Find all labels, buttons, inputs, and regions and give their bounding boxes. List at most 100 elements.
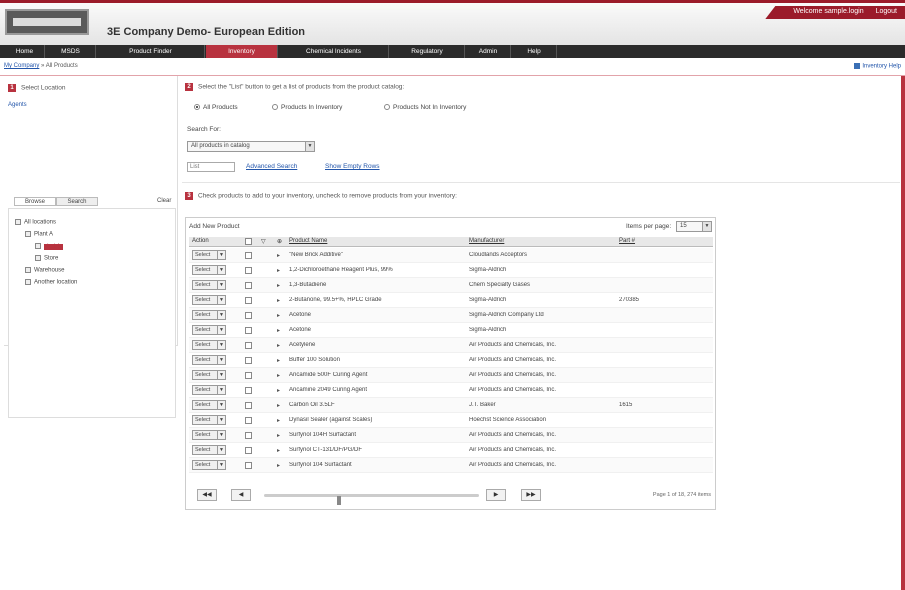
- tree-item-warehouse[interactable]: Warehouse: [25, 267, 64, 274]
- row-detail-icon[interactable]: ▸: [277, 387, 280, 394]
- row-checkbox[interactable]: [245, 312, 252, 319]
- table-row: Select ▼ ▸ Acetylene Air Products and Chemic…: [189, 338, 713, 353]
- row-detail-icon[interactable]: ▸: [277, 267, 280, 274]
- row-action-select[interactable]: Select ▼: [192, 340, 226, 350]
- col-manufacturer[interactable]: Manufacturer: [469, 238, 504, 244]
- page-frame-edge: [901, 76, 905, 590]
- row-checkbox[interactable]: [245, 342, 252, 349]
- row-detail-icon[interactable]: ▸: [277, 252, 280, 259]
- radio-dot: [384, 104, 390, 111]
- row-checkbox[interactable]: [245, 462, 252, 469]
- row-detail-icon[interactable]: ▸: [277, 342, 280, 349]
- nav-home[interactable]: Home: [5, 45, 45, 58]
- row-checkbox[interactable]: [245, 447, 252, 454]
- row-detail-icon[interactable]: ▸: [277, 432, 280, 439]
- row-action-select[interactable]: Select ▼: [192, 280, 226, 290]
- nav-regulatory[interactable]: Regulatory: [390, 45, 465, 58]
- search-for-select[interactable]: All products in catalog ▼: [187, 141, 315, 152]
- radio-in-inventory[interactable]: Products In Inventory: [272, 104, 342, 111]
- prev-page-button[interactable]: ◀: [231, 489, 251, 501]
- nav-chemical-incidents[interactable]: Chemical Incidents: [279, 45, 389, 58]
- advanced-search-link[interactable]: Advanced Search: [246, 163, 297, 170]
- row-action-select[interactable]: Select ▼: [192, 400, 226, 410]
- row-detail-icon[interactable]: ▸: [277, 357, 280, 364]
- tree-item-lab[interactable]: Lab1: [35, 243, 64, 250]
- folder-icon: [25, 231, 31, 237]
- col-part-number[interactable]: Part #: [619, 238, 635, 244]
- row-checkbox[interactable]: [245, 387, 252, 394]
- tab-browse[interactable]: Browse: [14, 197, 56, 206]
- breadcrumb-home[interactable]: My Company: [4, 63, 39, 69]
- table-row: Select ▼ ▸ Carbon Oil 3.5LF J.T. Baker 1615: [189, 398, 713, 413]
- row-detail-icon[interactable]: ▸: [277, 372, 280, 379]
- row-checkbox[interactable]: [245, 252, 252, 259]
- row-action-select[interactable]: Select ▼: [192, 430, 226, 440]
- row-action-select[interactable]: Select ▼: [192, 310, 226, 320]
- row-detail-icon[interactable]: ▸: [277, 447, 280, 454]
- clear-button[interactable]: Clear: [157, 198, 171, 204]
- table-row: Select ▼ ▸ Surfynol 104H Surfactant Air Prod…: [189, 428, 713, 443]
- nav-admin[interactable]: Admin: [466, 45, 511, 58]
- add-new-product-link[interactable]: Add New Product: [189, 223, 240, 230]
- row-checkbox[interactable]: [245, 357, 252, 364]
- table-row: Select ▼ ▸ Buffer 100 Solution Air Products …: [189, 353, 713, 368]
- row-action-select[interactable]: Select ▼: [192, 265, 226, 275]
- select-all-checkbox[interactable]: [245, 238, 252, 245]
- row-action-select[interactable]: Select ▼: [192, 385, 226, 395]
- row-detail-icon[interactable]: ▸: [277, 462, 280, 469]
- row-action-select[interactable]: Select ▼: [192, 460, 226, 470]
- radio-dot: [272, 104, 278, 111]
- row-checkbox[interactable]: [245, 327, 252, 334]
- row-detail-icon[interactable]: ▸: [277, 417, 280, 424]
- table-row: Select ▼ ▸ 1,3-Butadiene Chem Specialty Gase…: [189, 278, 713, 293]
- row-action-select[interactable]: Select ▼: [192, 415, 226, 425]
- row-detail-icon[interactable]: ▸: [277, 402, 280, 409]
- tree-item-store[interactable]: Store: [35, 255, 58, 262]
- row-action-select[interactable]: Select ▼: [192, 295, 226, 305]
- row-action-select[interactable]: Select ▼: [192, 370, 226, 380]
- row-checkbox[interactable]: [245, 432, 252, 439]
- row-action-select[interactable]: Select ▼: [192, 355, 226, 365]
- radio-not-in-inventory[interactable]: Products Not In Inventory: [384, 104, 466, 111]
- row-checkbox[interactable]: [245, 372, 252, 379]
- row-checkbox[interactable]: [245, 402, 252, 409]
- row-action-select[interactable]: Select ▼: [192, 445, 226, 455]
- show-empty-rows-link[interactable]: Show Empty Rows: [325, 163, 380, 170]
- row-checkbox[interactable]: [245, 417, 252, 424]
- nav-product-finder[interactable]: Product Finder: [97, 45, 205, 58]
- row-detail-icon[interactable]: ▸: [277, 282, 280, 289]
- next-page-button[interactable]: ▶: [486, 489, 506, 501]
- row-detail-icon[interactable]: ▸: [277, 327, 280, 334]
- tab-search[interactable]: Search: [56, 197, 98, 206]
- radio-all-products[interactable]: All Products: [194, 104, 238, 111]
- welcome-link[interactable]: Welcome sample.login: [793, 8, 863, 15]
- row-action-select[interactable]: Select ▼: [192, 325, 226, 335]
- nav-help[interactable]: Help: [512, 45, 557, 58]
- nav-msds[interactable]: MSDS: [46, 45, 96, 58]
- first-page-button[interactable]: ◀◀: [197, 489, 217, 501]
- row-checkbox[interactable]: [245, 267, 252, 274]
- items-per-page-select[interactable]: 15 ▼: [676, 221, 712, 232]
- row-detail-icon[interactable]: ▸: [277, 312, 280, 319]
- col-action[interactable]: Action: [192, 238, 209, 244]
- row-action-select[interactable]: Select ▼: [192, 250, 226, 260]
- last-page-button[interactable]: ▶▶: [521, 489, 541, 501]
- tree-item-all-locations[interactable]: All locations: [15, 219, 56, 226]
- tree-item-plant[interactable]: Plant A: [25, 231, 53, 238]
- col-product-name[interactable]: Product Name: [289, 238, 327, 244]
- chevron-down-icon: ▼: [217, 431, 225, 439]
- inventory-help-link[interactable]: Inventory Help: [854, 63, 901, 70]
- cell-part-number: 1615: [619, 402, 633, 408]
- tree-item-another-location[interactable]: Another location: [25, 279, 77, 286]
- app-title: 3E Company Demo- European Edition: [107, 26, 306, 38]
- list-button[interactable]: List: [187, 162, 235, 172]
- row-detail-icon[interactable]: ▸: [277, 297, 280, 304]
- row-checkbox[interactable]: [245, 282, 252, 289]
- agents-label: Agents: [8, 102, 27, 108]
- nav-inventory[interactable]: Inventory: [206, 45, 278, 58]
- page-slider[interactable]: [264, 494, 479, 505]
- row-checkbox[interactable]: [245, 297, 252, 304]
- page-slider-thumb[interactable]: [337, 496, 341, 505]
- logout-link[interactable]: Logout: [876, 8, 897, 15]
- radio-dot: [194, 104, 200, 111]
